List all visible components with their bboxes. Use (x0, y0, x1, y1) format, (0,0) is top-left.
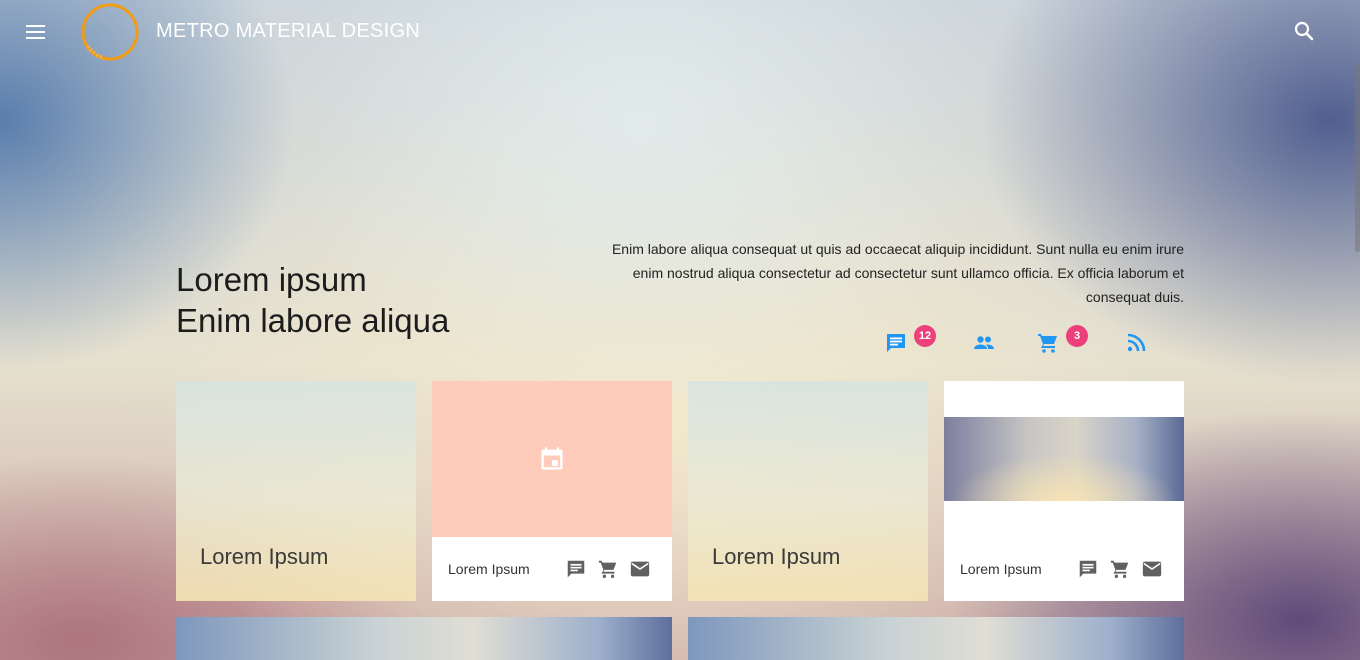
mail-icon (630, 561, 650, 577)
people-icon (974, 336, 994, 349)
tile-5[interactable] (176, 617, 672, 660)
messages-badge: 12 (914, 325, 936, 347)
hero-paragraph: Enim labore aliqua consequat ut quis ad … (611, 241, 1184, 305)
tile-3-label: Lorem Ipsum (712, 544, 841, 569)
tile-2-mail-button[interactable] (629, 558, 651, 580)
calendar-icon (541, 447, 563, 470)
rss-icon (1127, 333, 1146, 352)
search-button[interactable] (1292, 19, 1316, 43)
tile-1[interactable]: Lorem Ipsum (176, 381, 416, 601)
menu-icon (26, 25, 45, 39)
tile-4-image (944, 417, 1184, 501)
tile-6[interactable] (688, 617, 1184, 660)
tile-2[interactable]: Lorem Ipsum (432, 381, 672, 601)
hero-title-line2: Enim labore aliqua (176, 302, 450, 339)
cart-icon (1038, 334, 1057, 353)
logo-ring-icon (81, 3, 139, 61)
cart-button[interactable] (1036, 331, 1060, 355)
people-button[interactable] (972, 331, 996, 355)
tile-4-comment-button[interactable] (1077, 558, 1099, 580)
tile-4-cart-button[interactable] (1109, 558, 1131, 580)
tile-3[interactable]: Lorem Ipsum (688, 381, 928, 601)
tile-4-mail-button[interactable] (1141, 558, 1163, 580)
hero-title: Lorem ipsum Enim labore aliqua (176, 259, 449, 341)
mail-icon (1142, 561, 1162, 577)
cart-icon (598, 560, 617, 578)
chat-icon (887, 334, 905, 352)
hero-title-line1: Lorem ipsum (176, 261, 367, 298)
tile-2-comment-button[interactable] (565, 558, 587, 580)
app-title: METRO MATERIAL DESIGN (156, 20, 421, 42)
logo[interactable] (80, 2, 140, 62)
tile-2-cart-button[interactable] (597, 558, 619, 580)
comment-icon (1079, 560, 1097, 578)
messages-button[interactable] (884, 331, 908, 355)
tile-2-color-area (432, 381, 672, 537)
tile-4-footer: Lorem Ipsum (944, 537, 1184, 601)
tile-2-label: Lorem Ipsum (448, 561, 530, 577)
tile-2-footer: Lorem Ipsum (432, 537, 672, 601)
app-bar: METRO MATERIAL DESIGN (0, 0, 1360, 64)
cart-icon (1110, 560, 1129, 578)
search-icon (1294, 21, 1314, 41)
scrollbar[interactable] (1355, 64, 1360, 252)
menu-button[interactable] (22, 20, 50, 44)
tile-1-label: Lorem Ipsum (200, 544, 329, 569)
cart-badge: 3 (1066, 325, 1088, 347)
tile-4[interactable]: Lorem Ipsum (944, 381, 1184, 601)
tile-4-label: Lorem Ipsum (960, 561, 1042, 577)
comment-icon (567, 560, 585, 578)
rss-button[interactable] (1124, 331, 1148, 355)
